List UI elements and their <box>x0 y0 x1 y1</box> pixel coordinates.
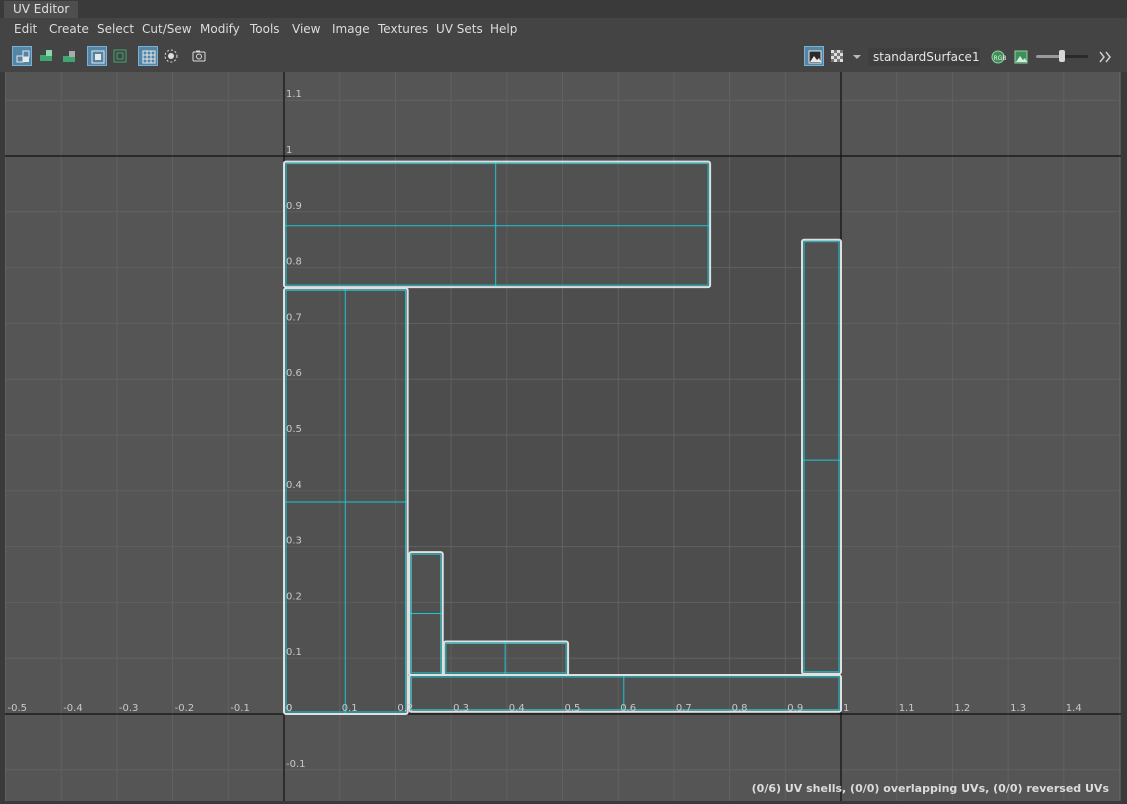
menu-modify[interactable]: Modify <box>200 21 240 37</box>
u-tick-label: 0.6 <box>620 703 636 714</box>
left-shell-fill <box>284 288 408 714</box>
u-tick-label: -0.1 <box>230 703 250 714</box>
pixel-snap-icon[interactable] <box>161 46 181 66</box>
v-tick-label: 0.6 <box>286 368 302 379</box>
v-tick-label: 0.1 <box>286 647 302 658</box>
uv-distort-icon[interactable] <box>59 46 79 66</box>
u-tick-label: -0.5 <box>8 703 28 714</box>
v-tick-label: 0.5 <box>286 424 302 435</box>
toggle-color-management-icon[interactable]: RGB <box>988 47 1008 67</box>
u-tick-label: 1.4 <box>1066 703 1082 714</box>
exposure-slider[interactable] <box>1036 50 1088 62</box>
u-tick-label: 0.9 <box>787 703 803 714</box>
menu-create[interactable]: Create <box>49 21 89 37</box>
v-tick-label: 1 <box>286 145 292 156</box>
right-strip-shell-fill <box>802 239 841 674</box>
v-tick-label: 0.2 <box>286 591 302 602</box>
snapshot-icon[interactable] <box>189 46 209 66</box>
u-tick-label: 0.8 <box>732 703 748 714</box>
menu-help[interactable]: Help <box>490 21 517 37</box>
toolbar-expand-icon[interactable] <box>1095 47 1115 67</box>
grid-icon[interactable] <box>138 46 158 66</box>
menu-textures[interactable]: Textures <box>378 21 428 37</box>
uv-mode-icon[interactable] <box>36 46 56 66</box>
v-tick-label: 0.3 <box>286 536 302 547</box>
menu-view[interactable]: View <box>292 21 320 37</box>
v-tick-label: 0.4 <box>286 480 302 491</box>
menu-uv-sets[interactable]: UV Sets <box>436 21 483 37</box>
texture-borders-icon[interactable] <box>110 46 130 66</box>
u-tick-label: 1 <box>843 703 849 714</box>
v-tick-label: 0.9 <box>286 201 302 212</box>
material-name-field[interactable]: standardSurface1 <box>868 48 980 66</box>
small-horizontal-shell-fill <box>443 641 569 675</box>
v-tick-label: 0.8 <box>286 257 302 268</box>
u-tick-label: -0.2 <box>175 703 195 714</box>
frame-right <box>1121 72 1127 804</box>
u-tick-label: 0.3 <box>453 703 469 714</box>
menu-bar: Edit Create Select Cut/Sew Modify Tools … <box>0 18 1127 40</box>
image-view-icon[interactable] <box>1011 47 1031 67</box>
uv-viewport[interactable]: -0.5 -0.4 -0.3 -0.2 -0.1 0 0.1 0.2 0.3 0.4 0.5 0.6 0… <box>5 72 1121 801</box>
top-shell-fill <box>284 161 711 288</box>
u-tick-label: 0.4 <box>509 703 525 714</box>
title-bar: UV Editor <box>0 0 1127 18</box>
u-tick-label: 1.1 <box>899 703 915 714</box>
status-bar: (0/6) UV shells, (0/0) overlapping UVs, … <box>751 782 1109 795</box>
u-tick-label: 0.1 <box>342 703 358 714</box>
chevron-down-icon[interactable] <box>850 46 862 66</box>
checker-icon[interactable] <box>827 46 847 66</box>
exposure-slider-handle[interactable] <box>1059 50 1065 62</box>
u-tick-label: 0.2 <box>397 703 413 714</box>
menu-tools[interactable]: Tools <box>250 21 280 37</box>
window-title-tab[interactable]: UV Editor <box>4 1 79 18</box>
v-tick-label: -0.1 <box>286 759 306 770</box>
image-display-icon[interactable] <box>804 46 824 66</box>
u-tick-label: 1.2 <box>954 703 970 714</box>
v-tick-label: 0.7 <box>286 312 302 323</box>
menu-image[interactable]: Image <box>332 21 370 37</box>
svg-text:RGB: RGB <box>994 55 1007 62</box>
u-tick-label: -0.3 <box>119 703 139 714</box>
uv-canvas[interactable]: -0.5 -0.4 -0.3 -0.2 -0.1 0 0.1 0.2 0.3 0.4 0.5 0.6 0… <box>5 72 1121 801</box>
v-tick-label: 0 <box>286 703 292 714</box>
menu-select[interactable]: Select <box>97 21 134 37</box>
uv-shell-mode-icon[interactable] <box>12 46 32 66</box>
u-tick-label: 0.5 <box>565 703 581 714</box>
menu-cut-sew[interactable]: Cut/Sew <box>142 21 192 37</box>
u-tick-label: 0.7 <box>676 703 692 714</box>
menu-edit[interactable]: Edit <box>14 21 37 37</box>
u-tick-label: 1.3 <box>1010 703 1026 714</box>
v-tick-label: 1.1 <box>286 89 302 100</box>
u-tick-label: -0.4 <box>63 703 83 714</box>
shaded-uv-icon[interactable] <box>87 46 107 66</box>
